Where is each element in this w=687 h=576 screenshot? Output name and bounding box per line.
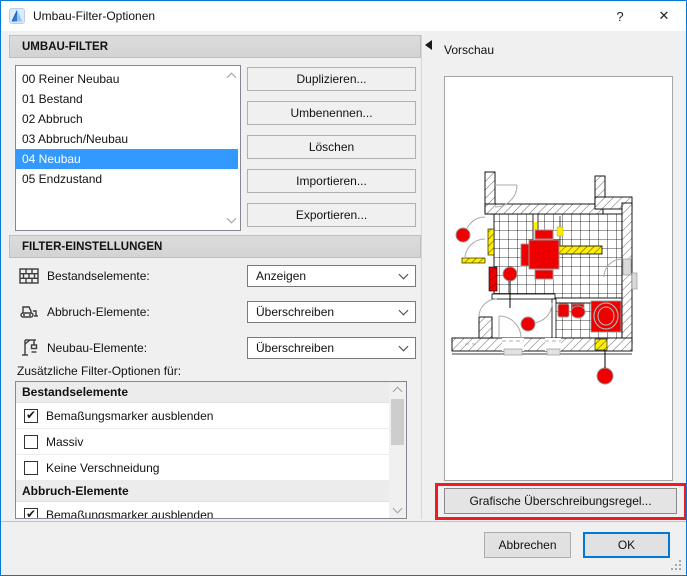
- checkbox[interactable]: [24, 408, 38, 423]
- abbruch-elemente-label: Abbruch-Elemente:: [47, 305, 150, 319]
- rename-button[interactable]: Umbenennen...: [247, 101, 416, 125]
- filter-einstellungen-header-label: FILTER-EINSTELLUNGEN: [22, 240, 163, 253]
- resize-grip[interactable]: [670, 559, 682, 571]
- graphic-override-rule-button[interactable]: Grafische Überschreibungsregel...: [444, 488, 677, 514]
- title-bar: Umbau-Filter-Optionen ? ✕: [1, 1, 686, 31]
- chevron-down-icon: [398, 341, 409, 352]
- option-row[interactable]: Bemaßungsmarker ausblenden: [16, 403, 391, 429]
- neubau-elemente-label: Neubau-Elemente:: [47, 341, 148, 355]
- preview-box: [444, 76, 673, 481]
- scroll-down-icon[interactable]: [226, 213, 237, 224]
- chevron-down-icon: [398, 305, 409, 316]
- neubau-elemente-dropdown[interactable]: Überschreiben: [247, 337, 416, 359]
- duplicate-button[interactable]: Duplizieren...: [247, 67, 416, 91]
- group-header-label: Abbruch-Elemente: [22, 484, 129, 498]
- option-label: Bemaßungsmarker ausblenden: [46, 408, 214, 423]
- bricks-icon: [19, 268, 39, 284]
- scroll-down-icon[interactable]: [392, 503, 403, 514]
- option-label: Keine Verschneidung: [46, 460, 160, 475]
- option-row[interactable]: Massiv: [16, 429, 391, 455]
- option-label: Massiv: [46, 434, 84, 449]
- preview-floor-plan: [451, 171, 638, 385]
- checkbox[interactable]: [24, 460, 38, 475]
- collapse-panel-icon[interactable]: [425, 40, 432, 50]
- crane-icon: [22, 339, 38, 356]
- archicad-app-icon: [9, 8, 25, 24]
- preview-label: Vorschau: [444, 43, 495, 57]
- panel-divider: [421, 35, 422, 519]
- neubau-elemente-dropdown-value: Überschreiben: [256, 341, 335, 355]
- option-row[interactable]: Keine Verschneidung: [16, 455, 391, 481]
- window-title: Umbau-Filter-Optionen: [33, 9, 156, 23]
- umbau-filter-optionen-dialog: Umbau-Filter-Optionen ? ✕ UMBAU-FILTER 0…: [0, 0, 687, 576]
- cancel-button[interactable]: Abbrechen: [484, 532, 571, 558]
- bulldozer-icon: [20, 306, 38, 318]
- filter-item[interactable]: 02 Abbruch: [16, 109, 238, 129]
- umbau-filter-header-label: UMBAU-FILTER: [22, 40, 109, 53]
- abbruch-elemente-dropdown-value: Überschreiben: [256, 305, 335, 319]
- scroll-up-icon[interactable]: [392, 386, 403, 397]
- option-group-header: Abbruch-Elemente: [16, 481, 391, 502]
- help-button[interactable]: ?: [598, 1, 642, 31]
- filter-list[interactable]: 00 Reiner Neubau 01 Bestand 02 Abbruch 0…: [15, 65, 241, 231]
- filter-item[interactable]: 01 Bestand: [16, 89, 238, 109]
- filter-item[interactable]: 05 Endzustand: [16, 169, 238, 189]
- extra-options-label: Zusätzliche Filter-Optionen für:: [17, 364, 182, 378]
- group-header-label: Bestandselemente: [22, 385, 129, 399]
- option-group-header: Bestandselemente: [16, 382, 391, 403]
- bestandselemente-dropdown[interactable]: Anzeigen: [247, 265, 416, 287]
- checkbox[interactable]: [24, 507, 38, 518]
- bestandselemente-label: Bestandselemente:: [47, 269, 150, 283]
- filter-einstellungen-section-header: FILTER-EINSTELLUNGEN: [9, 235, 421, 258]
- scrollbar-thumb[interactable]: [391, 399, 404, 445]
- import-button[interactable]: Importieren...: [247, 169, 416, 193]
- close-button[interactable]: ✕: [642, 1, 686, 31]
- option-label: Bemaßungsmarker ausblenden: [46, 507, 214, 519]
- bestandselemente-dropdown-value: Anzeigen: [256, 269, 307, 283]
- chevron-down-icon: [398, 269, 409, 280]
- filter-item-selected[interactable]: 04 Neubau: [16, 149, 238, 169]
- options-scrollbar[interactable]: [389, 382, 406, 518]
- ok-button[interactable]: OK: [583, 532, 670, 558]
- extra-options-list: Bestandselemente Bemaßungsmarker ausblen…: [15, 381, 407, 519]
- filter-item[interactable]: 00 Reiner Neubau: [16, 69, 238, 89]
- abbruch-elemente-dropdown[interactable]: Überschreiben: [247, 301, 416, 323]
- export-button[interactable]: Exportieren...: [247, 203, 416, 227]
- checkbox[interactable]: [24, 434, 38, 449]
- filter-item[interactable]: 03 Abbruch/Neubau: [16, 129, 238, 149]
- umbau-filter-section-header: UMBAU-FILTER: [9, 35, 421, 58]
- footer-divider: [1, 521, 686, 522]
- option-row[interactable]: Bemaßungsmarker ausblenden: [16, 502, 391, 519]
- delete-button[interactable]: Löschen: [247, 135, 416, 159]
